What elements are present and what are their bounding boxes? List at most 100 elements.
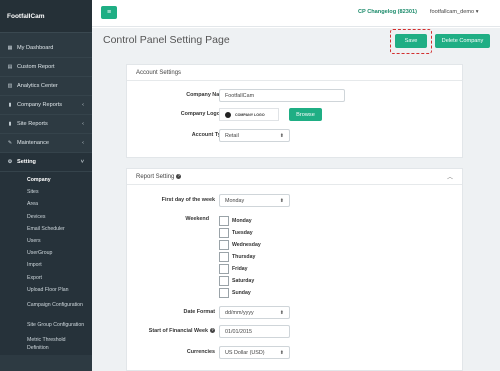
checkbox[interactable] [219, 227, 229, 238]
sidebar: FootfallCam ▦ My Dashboard ▤ Custom Repo… [0, 0, 92, 371]
weekend-option-saturday[interactable]: Saturday [219, 275, 254, 286]
report-setting-panel: Report Setting ? ︿ First day of the week… [126, 168, 463, 371]
checkbox[interactable] [219, 275, 229, 286]
chevron-down-icon: ⬍ [279, 349, 284, 356]
sidebar-item-my-dashboard[interactable]: ▦ My Dashboard [0, 39, 92, 58]
financial-week-label: Start of Financial Week? [125, 328, 215, 334]
chevron-down-icon: ˅ [80, 159, 84, 165]
submenu-item-company[interactable]: Company [0, 174, 92, 186]
sidebar-item-site-reports[interactable]: ▮ Site Reports ‹ [0, 115, 92, 134]
date-format-select[interactable]: dd/mm/yyyy ⬍ [219, 306, 290, 319]
page-title: Control Panel Setting Page [103, 34, 230, 46]
chevron-down-icon: ⬍ [279, 197, 284, 204]
company-logo-label-text: Company Logo [180, 111, 220, 117]
sidebar-item-label: Setting [17, 159, 36, 165]
submenu-item-import[interactable]: Import [0, 259, 92, 271]
company-name-input[interactable]: FootfallCam [219, 89, 345, 102]
first-day-select[interactable]: Monday ⬍ [219, 194, 290, 207]
submenu-item-sites[interactable]: Sites [0, 186, 92, 198]
help-icon[interactable]: ? [210, 328, 215, 334]
analytics-icon: ▥ [7, 83, 13, 89]
submenu-item-users[interactable]: Users [0, 235, 92, 247]
checkbox[interactable] [219, 215, 229, 226]
sidebar-item-maintenance[interactable]: ✎ Maintenance ‹ [0, 134, 92, 153]
company-name-value: FootfallCam [225, 92, 255, 99]
checkbox-label: Saturday [232, 277, 255, 284]
chart-icon: ▮ [8, 102, 12, 108]
weekend-option-monday[interactable]: Monday [219, 215, 252, 226]
chevron-left-icon: ‹ [82, 140, 84, 146]
sidebar-item-custom-report[interactable]: ▤ Custom Report [0, 58, 92, 77]
chart-icon: ▮ [8, 121, 12, 127]
submenu-item-site-group-configuration[interactable]: Site Group Configuration [0, 315, 92, 335]
account-settings-panel: Account Settings Company Name FootfallCa… [126, 64, 463, 158]
financial-week-input[interactable]: 01/01/2015 [219, 325, 290, 338]
save-button[interactable]: Save [395, 34, 427, 48]
weekend-option-sunday[interactable]: Sunday [219, 287, 251, 298]
chevron-left-icon: ‹ [82, 121, 84, 127]
submenu-item-export[interactable]: Export [0, 272, 92, 284]
first-day-label: First day of the week [161, 197, 215, 203]
chevron-up-icon[interactable]: ︿ [447, 172, 453, 181]
changelog-link[interactable]: CP Changelog (82301) [358, 9, 417, 15]
logo-mark-icon [225, 111, 231, 118]
logo-text: COMPANY LOGO [235, 112, 265, 117]
company-logo-preview: COMPANY LOGO [219, 108, 279, 121]
setting-submenu: Company Sites Area Devices Email Schedul… [0, 172, 92, 355]
chevron-left-icon: ‹ [82, 102, 84, 108]
brand-logo: FootfallCam [0, 0, 92, 32]
submenu-item-usergroup[interactable]: UserGroup [0, 247, 92, 259]
first-day-value: Monday [225, 197, 245, 204]
weekend-option-friday[interactable]: Friday [219, 263, 248, 274]
checkbox-label: Thursday [232, 253, 256, 260]
report-setting-heading: Report Setting ? ︿ [127, 169, 462, 185]
checkbox-label: Sunday [232, 289, 251, 296]
checkbox-label: Monday [232, 217, 252, 224]
user-menu[interactable]: footfallcam_demo ▾ [430, 9, 479, 15]
submenu-item-area[interactable]: Area [0, 198, 92, 210]
submenu-item-upload-floor-plan[interactable]: Upload Floor Plan [0, 284, 92, 296]
sidebar-item-analytics-center[interactable]: ▥ Analytics Center [0, 77, 92, 96]
sidebar-item-company-reports[interactable]: ▮ Company Reports ‹ [0, 96, 92, 115]
panel-title: Account Settings [136, 69, 182, 76]
currencies-select[interactable]: US Dollar (USD) ⬍ [219, 346, 290, 359]
currencies-value: US Dollar (USD) [225, 349, 265, 356]
currencies-label: Currencies [186, 349, 215, 355]
checkbox-label: Tuesday [232, 229, 253, 236]
browse-button[interactable]: Browse [289, 108, 322, 121]
company-logo-label: Company Logo? [137, 111, 227, 117]
submenu-item-devices[interactable]: Devices [0, 211, 92, 223]
weekend-option-thursday[interactable]: Thursday [219, 251, 255, 262]
delete-company-button[interactable]: Delete Company [435, 34, 490, 48]
sidebar-item-label: Company Reports [17, 102, 63, 108]
sidebar-item-label: Analytics Center [17, 83, 58, 89]
account-type-value: Retail [225, 132, 239, 139]
checkbox-label: Wednesday [232, 241, 261, 248]
date-format-value: dd/mm/yyyy [225, 309, 254, 316]
checkbox[interactable] [219, 239, 229, 250]
sidebar-item-label: Maintenance [17, 140, 50, 146]
submenu-item-metric-threshold-definition[interactable]: Metric Threshold Definition [0, 335, 92, 355]
menu-toggle-button[interactable]: ≡ [101, 6, 117, 19]
wrench-icon: ✎ [7, 140, 13, 146]
company-name-label: Company Name [186, 92, 227, 98]
report-icon: ▤ [7, 64, 13, 70]
sidebar-item-label: Site Reports [17, 121, 48, 127]
account-type-select[interactable]: Retail ⬍ [219, 129, 290, 142]
main-content: Control Panel Setting Page Save Delete C… [92, 28, 500, 371]
help-icon[interactable]: ? [176, 174, 182, 179]
account-type-label: Account Type [191, 132, 227, 138]
financial-week-value: 01/01/2015 [225, 328, 252, 335]
submenu-item-campaign-configuration[interactable]: Campaign Configuration [0, 296, 92, 316]
panel-title: Report Setting [136, 173, 175, 180]
sidebar-item-setting[interactable]: ⚙ Setting ˅ [0, 153, 92, 172]
submenu-item-email-scheduler[interactable]: Email Scheduler [0, 223, 92, 235]
weekend-option-wednesday[interactable]: Wednesday [219, 239, 261, 250]
checkbox[interactable] [219, 263, 229, 274]
weekend-option-tuesday[interactable]: Tuesday [219, 227, 253, 238]
account-settings-heading: Account Settings [127, 65, 462, 81]
chevron-down-icon: ⬍ [279, 132, 284, 139]
gear-icon: ⚙ [7, 159, 13, 165]
checkbox[interactable] [219, 251, 229, 262]
checkbox[interactable] [219, 287, 229, 298]
